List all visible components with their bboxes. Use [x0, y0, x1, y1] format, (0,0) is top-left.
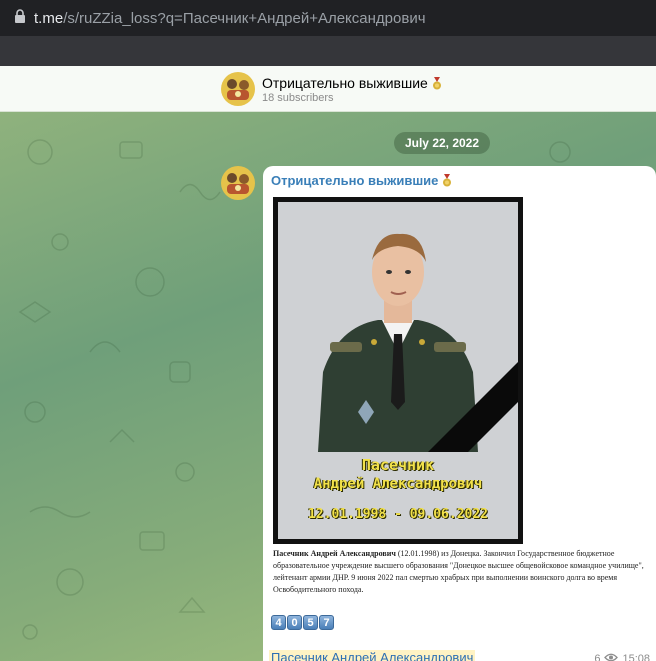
post-caption: Пасечник Андрей Александрович (12.01.199… — [273, 548, 651, 596]
portrait-surname: Пасечник — [361, 456, 435, 474]
url-domain: t.me — [34, 10, 64, 27]
portrait-dates: 12.01.1998 - 09.06.2022 — [307, 507, 488, 522]
url-text[interactable]: t.me/s/ruZZia_loss?q=Пасечник+Андрей+Але… — [34, 10, 426, 27]
channel-title: Отрицательно выжившие — [262, 75, 442, 93]
hashtag-link[interactable]: Пасечник Андрей Александрович — [269, 650, 476, 661]
number-counter: 4 0 5 7 — [271, 615, 334, 630]
chat-area[interactable]: July 22, 2022 Отрицательно выжившие Пасе… — [0, 112, 656, 661]
counter-digit: 5 — [303, 615, 318, 630]
url-path: /s/ruZZia_loss?q=Пасечник+Андрей+Алексан… — [63, 10, 426, 27]
channel-header[interactable]: Отрицательно выжившие 18 subscribers — [0, 66, 656, 112]
counter-digit: 7 — [319, 615, 334, 630]
browser-address-bar[interactable]: t.me/s/ruZZia_loss?q=Пасечник+Андрей+Але… — [0, 0, 656, 36]
portrait-given-names: Андрей Александрович — [313, 476, 483, 492]
medal-icon — [442, 174, 452, 190]
post-author-avatar[interactable] — [221, 166, 255, 200]
browser-toolbar — [0, 36, 656, 66]
medal-icon — [432, 77, 442, 93]
message-bubble[interactable]: Отрицательно выжившие Пасечник Андрей Ал… — [263, 166, 656, 661]
date-separator: July 22, 2022 — [394, 132, 490, 154]
message-meta: 6 15:08 — [594, 653, 650, 661]
caption-name: Пасечник Андрей Александрович — [273, 549, 396, 558]
subscriber-count: 18 subscribers — [262, 92, 334, 104]
lock-icon — [14, 9, 26, 29]
counter-digit: 0 — [287, 615, 302, 630]
view-count: 6 — [594, 653, 601, 661]
memorial-photo[interactable]: Пасечник Андрей Александрович 12.01.1998… — [273, 197, 523, 544]
channel-avatar[interactable] — [221, 72, 255, 106]
counter-digit: 4 — [271, 615, 286, 630]
post-author[interactable]: Отрицательно выжившие — [271, 173, 452, 190]
portrait-frame: Пасечник Андрей Александрович 12.01.1998… — [278, 202, 518, 539]
soldier-portrait — [278, 202, 518, 452]
message-time: 15:08 — [622, 653, 650, 661]
eye-icon — [604, 653, 619, 661]
